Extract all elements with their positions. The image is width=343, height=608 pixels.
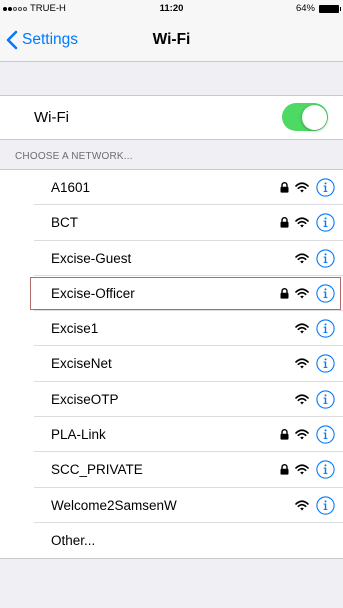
network-name: Excise-Guest <box>51 250 132 266</box>
network-name: Welcome2SamsenW <box>51 497 177 513</box>
lock-icon <box>280 182 289 193</box>
lock-icon <box>280 464 289 475</box>
network-list: A1601 BCT Excise-Guest Excise-Officer Excise… <box>0 169 343 560</box>
battery-icon <box>319 5 341 13</box>
network-status-icons <box>295 311 335 346</box>
network-row[interactable]: BCT <box>0 205 343 241</box>
wifi-signal-icon <box>295 358 309 369</box>
network-row[interactable]: Excise1 <box>0 311 343 347</box>
network-status-icons <box>280 276 335 311</box>
network-name: ExciseOTP <box>51 391 119 407</box>
wifi-settings-screen: TRUE-H 11:20 64% Settings Wi-Fi Wi-Fi CH… <box>0 0 343 608</box>
other-network-label: Other... <box>51 532 96 548</box>
network-row[interactable]: Excise-Officer <box>0 276 343 312</box>
wifi-signal-icon <box>295 288 309 299</box>
network-row[interactable]: ExciseOTP <box>0 382 343 418</box>
info-icon[interactable] <box>316 248 335 268</box>
section-header: CHOOSE A NETWORK... <box>15 151 133 162</box>
lock-icon <box>280 287 289 299</box>
info-icon[interactable] <box>316 390 335 409</box>
network-status-icons <box>280 205 335 240</box>
wifi-signal-icon <box>295 429 309 440</box>
network-row[interactable]: PLA-Link <box>0 417 343 453</box>
wifi-signal-icon <box>295 394 309 405</box>
network-name: BCT <box>51 215 78 231</box>
network-row[interactable]: Excise-Guest <box>0 241 343 276</box>
network-name: ExciseNet <box>51 356 112 372</box>
info-icon[interactable] <box>316 213 335 232</box>
network-row[interactable]: Welcome2SamsenW <box>0 488 343 523</box>
network-row[interactable]: A1601 <box>0 170 343 206</box>
lock-icon <box>280 429 289 440</box>
wifi-toggle-label: Wi-Fi <box>34 109 69 126</box>
network-row[interactable]: SCC_PRIVATE <box>0 452 343 488</box>
wifi-signal-icon <box>295 182 309 193</box>
page-title: Wi-Fi <box>152 31 191 48</box>
status-time: 11:20 <box>159 3 184 14</box>
network-status-icons <box>295 488 335 523</box>
info-icon[interactable] <box>316 425 335 444</box>
network-status-icons <box>280 170 335 205</box>
network-name: A1601 <box>51 180 91 195</box>
network-status-icons <box>295 241 335 276</box>
network-name: PLA-Link <box>51 427 106 443</box>
status-bar: TRUE-H 11:20 64% <box>0 0 343 18</box>
network-status-icons <box>295 382 335 417</box>
wifi-signal-icon <box>295 500 309 511</box>
network-name: SCC_PRIVATE <box>51 462 143 478</box>
navigation-bar: Settings Wi-Fi <box>0 18 343 62</box>
battery-status: 64% <box>295 0 341 18</box>
info-icon[interactable] <box>316 354 335 374</box>
wifi-signal-icon <box>295 253 309 264</box>
info-icon[interactable] <box>316 284 335 303</box>
network-name: Excise1 <box>51 321 99 337</box>
info-icon[interactable] <box>316 319 335 338</box>
network-name: Excise-Officer <box>51 285 135 301</box>
network-status-icons <box>280 417 335 452</box>
lock-icon <box>280 217 289 228</box>
battery-percent: 64% <box>295 3 315 14</box>
wifi-signal-icon <box>295 323 309 334</box>
network-status-icons <box>295 346 335 381</box>
wifi-toggle-row: Wi-Fi <box>0 95 343 140</box>
toggle-knob <box>301 104 327 130</box>
info-icon[interactable] <box>316 178 335 197</box>
wifi-signal-icon <box>295 217 309 228</box>
info-icon[interactable] <box>316 496 335 515</box>
other-network-row[interactable]: Other... <box>0 523 343 558</box>
info-icon[interactable] <box>316 460 335 480</box>
network-status-icons <box>280 452 335 487</box>
network-row[interactable]: ExciseNet <box>0 346 343 382</box>
wifi-signal-icon <box>295 464 309 475</box>
wifi-toggle-switch[interactable] <box>282 103 328 131</box>
